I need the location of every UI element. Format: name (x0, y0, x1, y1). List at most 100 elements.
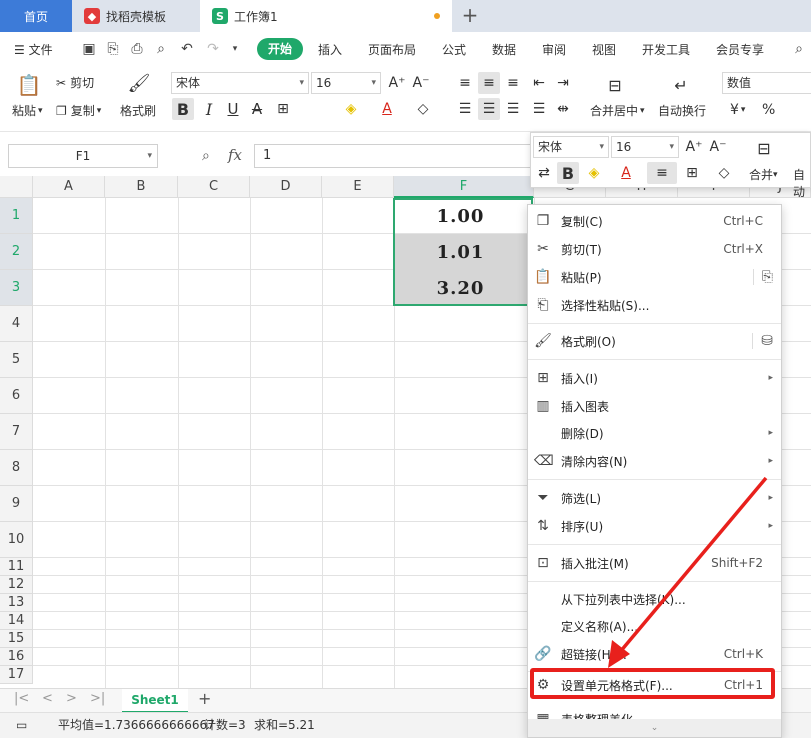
menu-scroll-down-icon[interactable]: ⌄ (528, 719, 781, 737)
row-header-1[interactable]: 1 (0, 198, 33, 234)
border-icon[interactable]: ⊞ (272, 98, 294, 120)
menu-clear[interactable]: ⌫ 清除内容(N) ▸ (528, 447, 781, 475)
mini-fill-color-icon[interactable]: ◈ (583, 162, 605, 184)
row-header-15[interactable]: 15 (0, 630, 33, 648)
first-sheet-icon[interactable]: |< (14, 691, 29, 706)
save-icon[interactable]: ▣ (80, 40, 98, 58)
select-all-corner[interactable] (0, 176, 33, 198)
menu-sort[interactable]: ⇅ 排序(U) ▸ (528, 512, 781, 540)
redo-icon[interactable]: ↷ (204, 40, 222, 58)
status-screen-icon[interactable]: ▭ (16, 713, 27, 738)
col-header-f[interactable]: F (394, 176, 534, 198)
print-preview-icon[interactable]: ⌕ (152, 40, 170, 58)
print-icon[interactable]: ⎙ (128, 40, 146, 58)
mini-eraser-icon[interactable]: ◇ (713, 162, 735, 184)
fx-icon[interactable]: fx (228, 146, 242, 164)
menu-insert-chart[interactable]: ▥ 插入图表 (528, 392, 781, 420)
row-header-6[interactable]: 6 (0, 378, 33, 414)
menu-delete[interactable]: 删除(D) ▸ (528, 419, 781, 447)
mini-align-icon[interactable]: ≡ (647, 162, 677, 184)
paste-button[interactable]: 粘贴 ▾ (12, 102, 43, 119)
tab-home[interactable]: 首页 (0, 0, 72, 32)
align-right-icon[interactable]: ☰ (502, 98, 524, 120)
bold-icon[interactable]: B (172, 98, 194, 120)
strikethrough-icon[interactable]: A (246, 98, 268, 120)
undo-icon[interactable]: ↶ (178, 40, 196, 58)
merge-center-icon[interactable]: ⊟ (604, 74, 626, 96)
align-bottom-icon[interactable]: ≡ (502, 72, 524, 94)
eraser-icon[interactable]: ◇ (412, 98, 434, 120)
menu-insert[interactable]: ⊞ 插入(I) ▸ (528, 364, 781, 392)
col-header-c[interactable]: C (178, 176, 250, 198)
row-header-5[interactable]: 5 (0, 342, 33, 378)
menu-comment[interactable]: ⊡ 插入批注(M) Shift+F2 (528, 549, 781, 577)
menu-data[interactable]: 数据 (492, 41, 516, 58)
col-header-b[interactable]: B (105, 176, 178, 198)
menu-copy[interactable]: ❐ 复制(C) Ctrl+C (528, 207, 781, 235)
mini-border-icon[interactable]: ⊞ (681, 162, 703, 184)
mini-convert-icon[interactable]: ⇄ (533, 162, 555, 184)
menu-pick-list[interactable]: 从下拉列表中选择(K)... (528, 585, 781, 613)
add-sheet-icon[interactable]: + (198, 689, 211, 708)
size-select[interactable]: 16 ▾ (311, 72, 381, 94)
menu-filter[interactable]: ⏷ 筛选(L) ▸ (528, 484, 781, 512)
row-header-17[interactable]: 17 (0, 666, 33, 684)
menu-developer[interactable]: 开发工具 (642, 41, 690, 58)
wrap-text-icon[interactable]: ↵ (670, 74, 692, 96)
underline-icon[interactable]: U (222, 98, 244, 120)
menu-format-painter[interactable]: 🖌 格式刷(O) ⛁ (528, 327, 781, 355)
sheet-tab-sheet1[interactable]: Sheet1 (122, 689, 188, 713)
decrease-font-icon[interactable]: A⁻ (410, 72, 432, 94)
menu-member[interactable]: 会员专享 (716, 41, 764, 58)
mini-font-color-icon[interactable]: A (615, 162, 637, 184)
mini-decrease-font-icon[interactable]: A⁻ (707, 136, 729, 158)
paste-options-icon[interactable]: ⎘ (752, 269, 773, 285)
menu-page-layout[interactable]: 页面布局 (368, 41, 416, 58)
fill-color-icon[interactable]: ◈ (340, 98, 362, 120)
row-header-8[interactable]: 8 (0, 450, 33, 486)
italic-icon[interactable]: I (198, 98, 220, 120)
search-icon[interactable]: ⌕ (790, 40, 808, 58)
font-color-icon[interactable]: A (376, 98, 398, 120)
prev-sheet-icon[interactable]: < (42, 691, 53, 706)
row-header-11[interactable]: 11 (0, 558, 33, 576)
menu-review[interactable]: 审阅 (542, 41, 566, 58)
menu-paste-special[interactable]: ⎗ 选择性粘贴(S)... (528, 291, 781, 319)
currency-button[interactable]: ¥ ▾ (730, 102, 745, 118)
row-header-7[interactable]: 7 (0, 414, 33, 450)
align-top-icon[interactable]: ≡ (454, 72, 476, 94)
next-sheet-icon[interactable]: > (66, 691, 77, 706)
mini-merge-icon[interactable]: ⊟ (753, 137, 775, 159)
distributed-icon[interactable]: ⇹ (552, 98, 574, 120)
col-header-a[interactable]: A (33, 176, 105, 198)
menu-view[interactable]: 视图 (592, 41, 616, 58)
align-left-icon[interactable]: ☰ (454, 98, 476, 120)
format-painter-button[interactable]: 格式刷 (120, 102, 156, 119)
paste-icon[interactable]: 📋 (16, 72, 42, 98)
mini-merge-button[interactable]: 合并 ▾ (749, 166, 778, 183)
justify-icon[interactable]: ☰ (528, 98, 550, 120)
row-header-13[interactable]: 13 (0, 594, 33, 612)
menu-insert[interactable]: 插入 (318, 41, 342, 58)
row-header-14[interactable]: 14 (0, 612, 33, 630)
row-header-3[interactable]: 3 (0, 270, 33, 306)
row-header-12[interactable]: 12 (0, 576, 33, 594)
indent-increase-icon[interactable]: ⇥ (552, 72, 574, 94)
row-header-9[interactable]: 9 (0, 486, 33, 522)
menu-hyperlink[interactable]: 🔗 超链接(H)... Ctrl+K (528, 640, 781, 668)
percent-button[interactable]: % (762, 102, 775, 118)
brush-icon[interactable]: ⛁ (752, 333, 773, 349)
export-icon[interactable]: ⎘ (104, 40, 122, 58)
align-center-icon[interactable]: ☰ (478, 98, 500, 120)
row-header-4[interactable]: 4 (0, 306, 33, 342)
mini-size-select[interactable]: 16 ▾ (611, 136, 679, 158)
mini-font-select[interactable]: 宋体 ▾ (533, 136, 609, 158)
font-select[interactable]: 宋体 ▾ (171, 72, 309, 94)
merge-center-button[interactable]: 合并居中 ▾ (590, 102, 645, 119)
col-header-d[interactable]: D (250, 176, 322, 198)
menu-cut[interactable]: ✂ 剪切(T) Ctrl+X (528, 235, 781, 263)
align-middle-icon[interactable]: ≡ (478, 72, 500, 94)
zoom-icon[interactable]: ⌕ (202, 148, 210, 164)
tab-docer[interactable]: ◆ 找稻壳模板 (72, 0, 200, 32)
mini-wrap-button[interactable]: 自动 (793, 166, 810, 200)
